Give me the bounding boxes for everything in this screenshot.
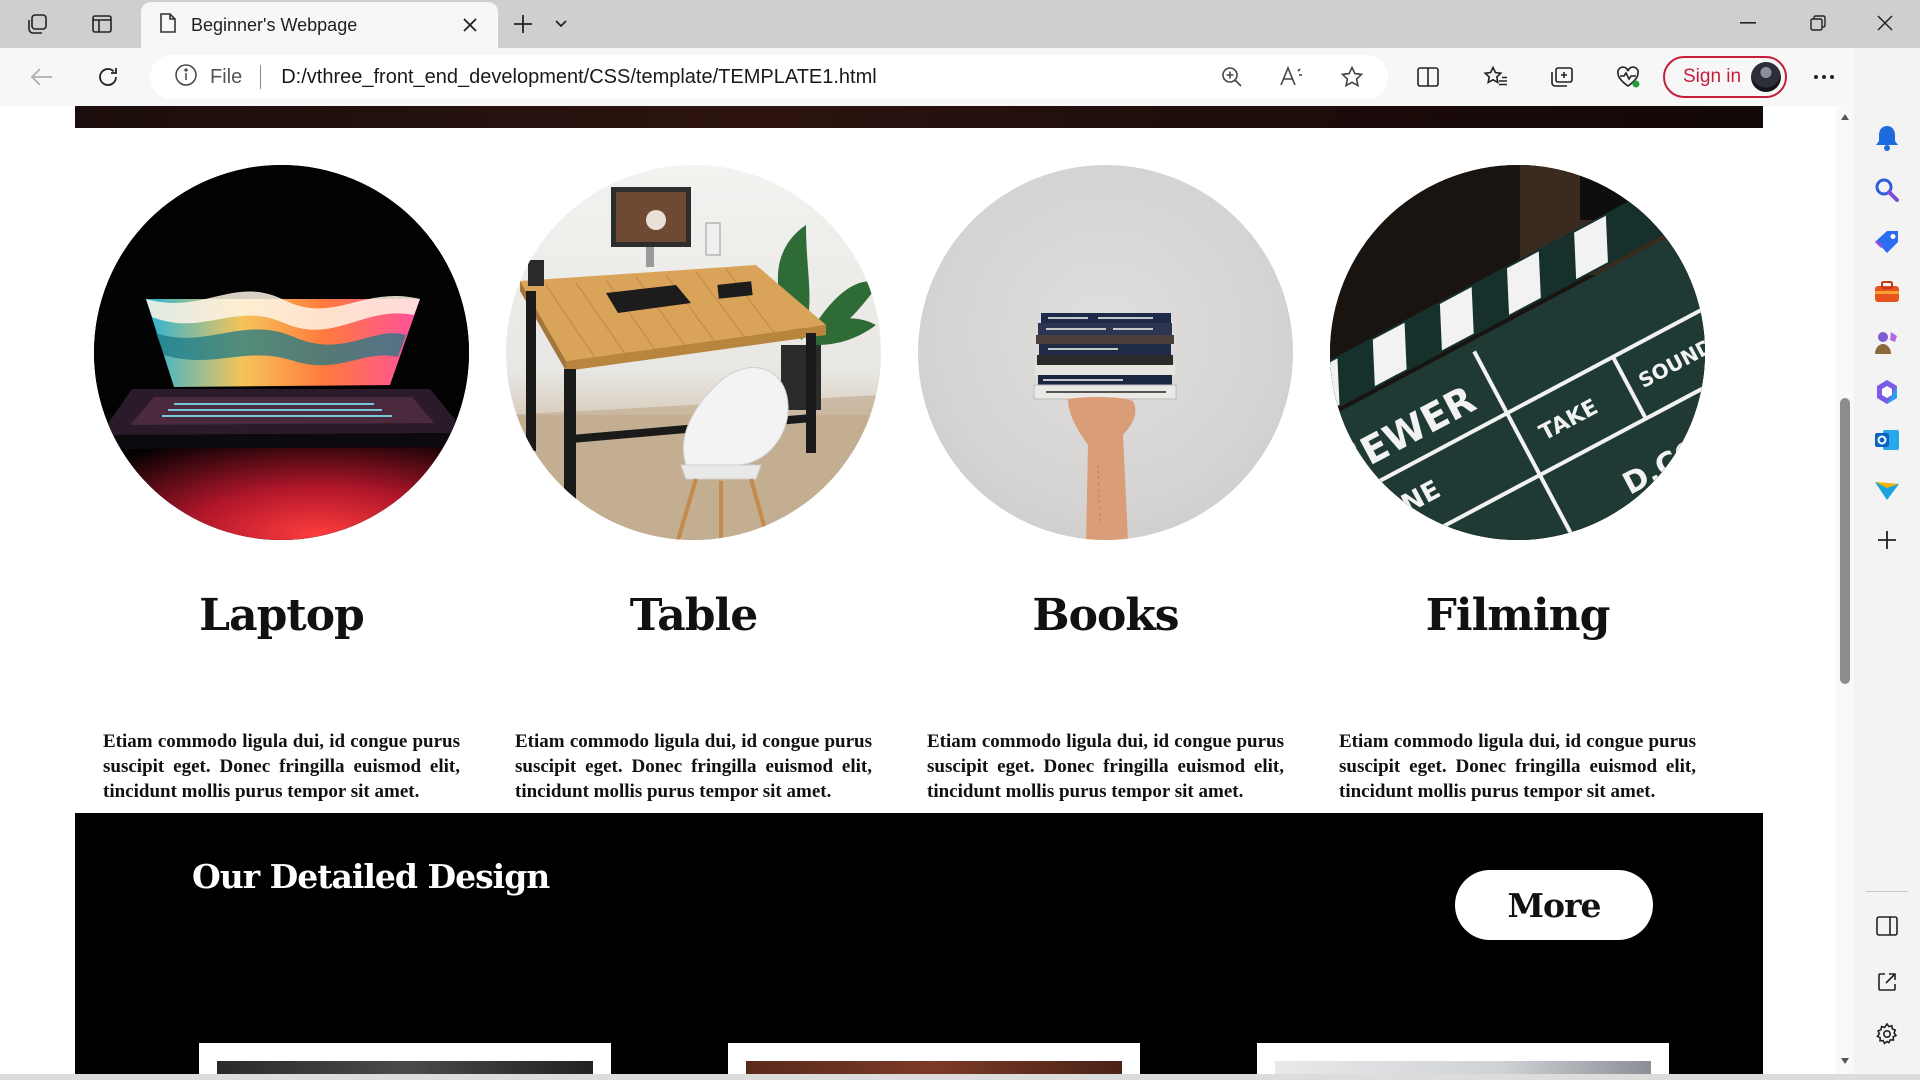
- design-card[interactable]: [199, 1043, 611, 1074]
- tag-icon[interactable]: [1869, 224, 1905, 260]
- scrollbar-thumb[interactable]: [1840, 398, 1850, 684]
- design-image: [217, 1061, 593, 1074]
- hero-image-bottom: [75, 106, 1763, 128]
- card-text: Etiam commodo ligula dui, id congue puru…: [927, 731, 1284, 802]
- desk-image: [506, 165, 881, 540]
- workspaces-icon[interactable]: [18, 6, 58, 42]
- tab-strip: Beginner's Webpage: [0, 0, 1920, 48]
- card-text: Etiam commodo ligula dui, id congue puru…: [103, 731, 460, 802]
- refresh-icon[interactable]: [88, 57, 128, 97]
- browser-toolbar: File D:/vthree_front_end_development/CSS…: [0, 48, 1920, 106]
- design-card[interactable]: [728, 1043, 1140, 1074]
- zoom-in-icon[interactable]: [1212, 57, 1252, 97]
- office-icon[interactable]: [1869, 374, 1905, 410]
- collections-icon[interactable]: [1542, 57, 1582, 97]
- heart-pulse-icon[interactable]: [1608, 57, 1648, 97]
- address-bar[interactable]: File D:/vthree_front_end_development/CSS…: [150, 55, 1388, 99]
- window-bottom-edge: [0, 1074, 1920, 1080]
- sidebar-divider: [1866, 891, 1908, 892]
- close-tab-icon[interactable]: [456, 11, 484, 39]
- section-title: Our Detailed Design: [192, 857, 550, 896]
- scroll-down-icon[interactable]: [1840, 1056, 1850, 1066]
- open-external-icon[interactable]: [1869, 964, 1905, 1000]
- info-icon[interactable]: [174, 63, 198, 92]
- page-icon: [159, 12, 177, 39]
- restore-icon[interactable]: [1783, 0, 1853, 46]
- active-tab[interactable]: Beginner's Webpage: [141, 2, 498, 48]
- clapperboard-image: EEWER CENE TAKE SOUND D.CO.: [1330, 165, 1705, 540]
- outlook-icon[interactable]: [1869, 422, 1905, 458]
- split-screen-icon[interactable]: [1408, 57, 1448, 97]
- card-title: Filming: [1425, 590, 1611, 641]
- design-image: [1275, 1061, 1651, 1074]
- close-window-icon[interactable]: [1850, 0, 1920, 46]
- card-title: Laptop: [199, 590, 365, 641]
- card-title: Books: [1032, 590, 1179, 641]
- more-icon[interactable]: [1804, 57, 1844, 97]
- tab-title: Beginner's Webpage: [191, 14, 358, 35]
- back-arrow-icon[interactable]: [22, 57, 62, 97]
- card-text: Etiam commodo ligula dui, id congue puru…: [1339, 731, 1696, 802]
- more-button[interactable]: More: [1455, 870, 1653, 940]
- detailed-design-section: Our Detailed Design More: [75, 813, 1763, 1074]
- send-icon[interactable]: [1869, 472, 1905, 508]
- card-books: Books Etiam commodo ligula dui, id congu…: [918, 165, 1293, 802]
- design-card[interactable]: [1257, 1043, 1669, 1074]
- vertical-tabs-icon[interactable]: [82, 6, 122, 42]
- read-aloud-icon[interactable]: [1272, 57, 1312, 97]
- url-text[interactable]: D:/vthree_front_end_development/CSS/temp…: [281, 66, 876, 89]
- bell-icon[interactable]: [1869, 120, 1905, 156]
- card-laptop: Laptop Etiam commodo ligula dui, id cong…: [94, 165, 469, 802]
- card-title: Table: [629, 590, 759, 641]
- sign-in-button[interactable]: Sign in: [1663, 56, 1787, 98]
- sign-in-label: Sign in: [1683, 66, 1742, 87]
- star-icon[interactable]: [1332, 57, 1372, 97]
- search-icon[interactable]: [1869, 172, 1905, 208]
- briefcase-icon[interactable]: [1869, 274, 1905, 310]
- sidebar-toggle-icon[interactable]: [1869, 908, 1905, 944]
- favorites-icon[interactable]: [1476, 57, 1516, 97]
- tab-list-chevron-down-icon[interactable]: [541, 6, 581, 42]
- address-divider: [260, 65, 262, 89]
- design-image: [746, 1061, 1122, 1074]
- books-image: [918, 165, 1293, 540]
- avatar: [1751, 62, 1781, 92]
- scroll-up-icon[interactable]: [1840, 112, 1850, 122]
- edge-sidebar: [1854, 48, 1920, 1080]
- card-filming: EEWER CENE TAKE SOUND D.CO. Filming Etia…: [1330, 165, 1705, 802]
- page-viewport: Laptop Etiam commodo ligula dui, id cong…: [6, 106, 1836, 1074]
- scheme-label: File: [210, 65, 243, 88]
- card-text: Etiam commodo ligula dui, id congue puru…: [515, 731, 872, 802]
- games-icon[interactable]: [1869, 324, 1905, 360]
- settings-icon[interactable]: [1869, 1016, 1905, 1052]
- minimize-icon[interactable]: [1713, 0, 1783, 46]
- add-icon[interactable]: [1869, 522, 1905, 558]
- laptop-image: [94, 165, 469, 540]
- new-tab-icon[interactable]: [503, 6, 543, 42]
- page-scrollbar[interactable]: [1836, 106, 1854, 1074]
- card-table: Table Etiam commodo ligula dui, id congu…: [506, 165, 881, 802]
